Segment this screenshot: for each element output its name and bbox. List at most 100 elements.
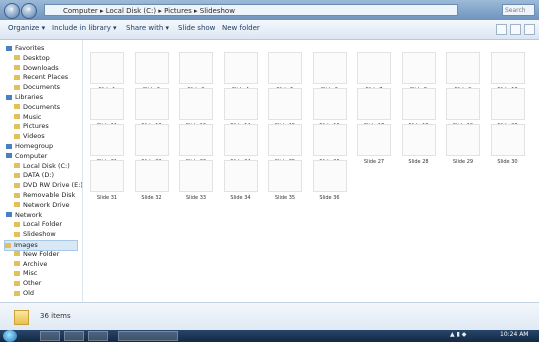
nav-item[interactable]: Music <box>14 113 42 122</box>
file-item[interactable]: Slide 33 <box>176 160 216 205</box>
folder-icon <box>14 55 20 61</box>
file-name: Slide 28 <box>408 159 429 165</box>
taskbar: ▲ ▮ ◆ 10:24 AM <box>0 330 539 342</box>
nav-item[interactable]: Archive <box>14 260 47 269</box>
nav-item-label: DVD RW Drive (E:) <box>23 181 83 190</box>
nav-section-header[interactable]: Homegroup <box>6 142 53 151</box>
file-thumbnail-icon <box>90 88 124 120</box>
taskbar-explorer-button[interactable] <box>64 331 84 341</box>
folder-icon <box>14 202 20 208</box>
nav-item-label: Old <box>23 289 35 297</box>
nav-item[interactable]: Documents <box>14 103 60 112</box>
file-item[interactable]: Slide 34 <box>221 160 261 205</box>
file-thumbnail-icon <box>90 160 124 192</box>
new-folder-button[interactable]: New folder <box>222 24 260 32</box>
nav-item[interactable]: New Folder <box>14 250 59 259</box>
file-item[interactable]: Slide 28 <box>399 124 439 169</box>
file-thumbnail-icon <box>490 52 525 84</box>
nav-item[interactable]: DATA (D:) <box>14 171 54 180</box>
file-thumbnail-icon <box>223 52 258 84</box>
nav-item-label: Homegroup <box>15 142 54 150</box>
command-bar: Organize ▾ Include in library ▾ Share wi… <box>0 20 539 40</box>
item-count: 36 items <box>40 312 71 320</box>
nav-item[interactable]: Downloads <box>14 64 59 73</box>
start-button[interactable] <box>3 330 17 342</box>
nav-item[interactable]: Local Disk (C:) <box>14 162 70 171</box>
include-in-library-button[interactable]: Include in library ▾ <box>52 24 117 32</box>
folder-icon <box>14 310 29 325</box>
nav-item[interactable]: Recent Places <box>14 73 68 82</box>
change-view-button[interactable] <box>496 24 507 35</box>
file-thumbnail-icon <box>179 124 213 156</box>
folder-icon <box>14 182 20 188</box>
file-item[interactable]: Slide 32 <box>132 160 172 205</box>
file-thumbnail-icon <box>223 124 258 156</box>
file-item[interactable]: Slide 27 <box>354 124 394 169</box>
taskbar-active-window-button[interactable] <box>118 331 178 341</box>
taskbar-media-button[interactable] <box>88 331 108 341</box>
nav-item[interactable]: Old <box>14 289 34 298</box>
file-item[interactable]: Slide 30 <box>488 124 528 169</box>
file-item[interactable]: Slide 31 <box>87 160 127 205</box>
file-thumbnail-icon <box>446 52 480 84</box>
nav-item-label: Computer <box>15 151 48 160</box>
help-button[interactable] <box>524 24 535 35</box>
nav-item[interactable]: Network Drive <box>14 201 70 210</box>
nav-item[interactable]: Other <box>14 279 41 288</box>
file-thumbnail-icon <box>446 88 480 120</box>
file-item[interactable]: Slide 36 <box>310 160 350 205</box>
nav-item-label: New Folder <box>23 249 60 258</box>
folder-icon <box>14 84 20 90</box>
folder-icon <box>14 251 20 257</box>
nav-item[interactable]: Desktop <box>14 54 50 63</box>
nav-item-label: Local Disk (C:) <box>23 161 70 170</box>
nav-section-header[interactable]: Favorites <box>6 44 44 53</box>
nav-section-header[interactable]: Network <box>6 211 42 220</box>
section-icon <box>6 143 12 149</box>
system-tray[interactable]: ▲ ▮ ◆ <box>450 331 466 338</box>
file-thumbnail-icon <box>134 124 169 156</box>
folder-icon <box>14 114 20 120</box>
nav-item[interactable]: Removable Disk <box>14 191 75 200</box>
file-name: Slide 33 <box>185 195 207 201</box>
nav-item-label: Other <box>23 279 42 288</box>
slideshow-button[interactable]: Slide show <box>178 24 215 32</box>
nav-item[interactable]: DVD RW Drive (E:) <box>14 181 83 190</box>
nav-item-label: Misc <box>23 269 38 278</box>
file-item[interactable]: Slide 29 <box>443 124 483 169</box>
nav-section-header[interactable]: Computer <box>6 152 47 161</box>
folder-icon <box>14 172 20 178</box>
nav-section-header[interactable]: Libraries <box>6 93 43 102</box>
search-input[interactable]: Search <box>502 4 535 16</box>
preview-pane-button[interactable] <box>510 24 521 35</box>
section-icon <box>6 212 12 218</box>
nav-item[interactable]: Pictures <box>14 122 49 131</box>
file-thumbnail-icon <box>179 52 213 84</box>
share-with-button[interactable]: Share with ▾ <box>126 24 169 32</box>
folder-icon <box>14 163 20 169</box>
file-thumbnail-icon <box>401 124 436 156</box>
file-thumbnail-icon <box>134 160 169 192</box>
address-bar[interactable]: Computer ▸ Local Disk (C:) ▸ Pictures ▸ … <box>44 4 458 16</box>
nav-item-label: Videos <box>23 132 45 141</box>
nav-item[interactable]: Slideshow <box>14 230 56 239</box>
back-button[interactable]: ‹ <box>4 3 20 19</box>
nav-item[interactable]: Documents <box>14 83 60 92</box>
file-name: Slide 36 <box>319 195 340 201</box>
organize-button[interactable]: Organize ▾ <box>8 24 45 32</box>
folder-icon <box>14 261 20 267</box>
nav-item[interactable]: Videos <box>14 132 45 141</box>
file-thumbnail-icon <box>134 52 169 84</box>
nav-item[interactable]: Misc <box>14 269 37 278</box>
taskbar-ie-button[interactable] <box>40 331 60 341</box>
nav-item-label: Libraries <box>15 93 44 101</box>
nav-item-label: Archive <box>23 259 48 268</box>
clock: 10:24 AM <box>500 331 529 338</box>
file-item[interactable]: Slide 35 <box>265 160 305 205</box>
folder-icon <box>14 221 20 227</box>
nav-item-label: Documents <box>23 83 61 92</box>
file-thumbnail-icon <box>357 88 391 120</box>
nav-item[interactable]: Local Folder <box>14 220 62 229</box>
file-thumbnail-icon <box>179 160 213 192</box>
forward-button[interactable]: › <box>21 3 37 19</box>
